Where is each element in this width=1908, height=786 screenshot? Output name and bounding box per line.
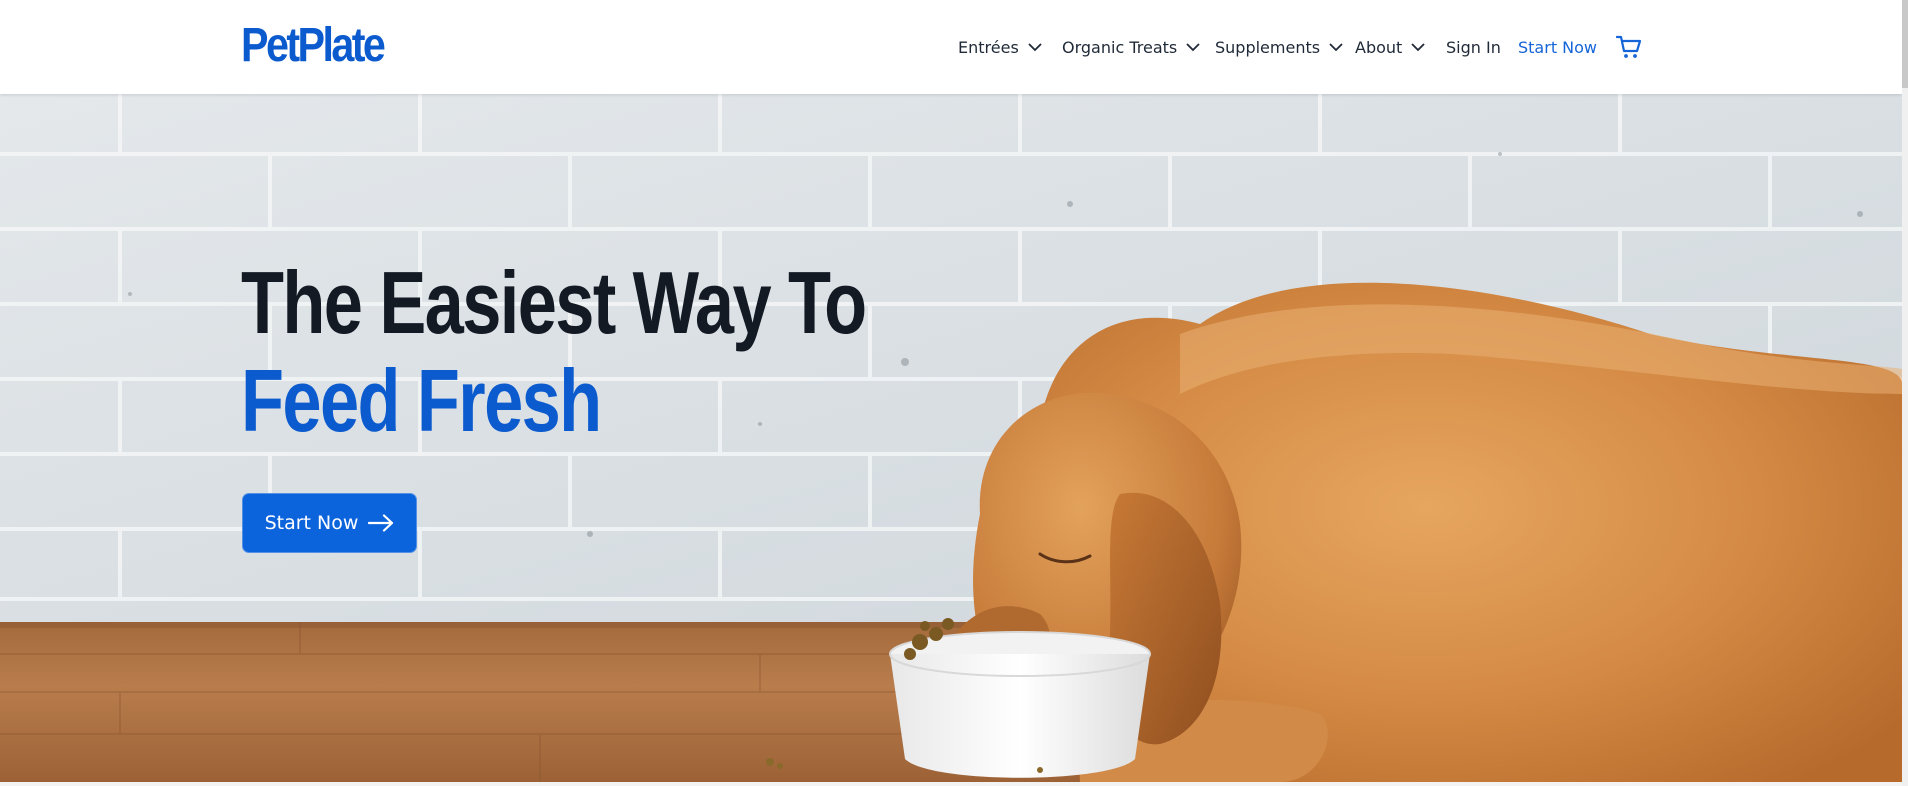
hero-headline-line2: Feed Fresh bbox=[241, 351, 602, 450]
chevron-down-icon bbox=[1186, 43, 1200, 52]
vertical-scrollbar[interactable] bbox=[1902, 0, 1908, 786]
site-header: PetPlate Entrées Organic Treats Suppleme… bbox=[0, 0, 1902, 94]
nav-item-about[interactable]: About bbox=[1355, 36, 1425, 58]
nav-item-label: About bbox=[1355, 37, 1403, 57]
nav-item-label: Supplements bbox=[1215, 37, 1321, 57]
chevron-down-icon bbox=[1028, 43, 1042, 52]
nav-item-entrees[interactable]: Entrées bbox=[958, 36, 1042, 58]
nav-item-label: Sign In bbox=[1446, 37, 1501, 57]
cart-icon[interactable] bbox=[1616, 35, 1642, 59]
chevron-down-icon bbox=[1329, 43, 1343, 52]
hero-start-now-button[interactable]: Start Now bbox=[242, 493, 417, 553]
chevron-down-icon bbox=[1411, 43, 1425, 52]
main-nav: Entrées Organic Treats Supplements About… bbox=[0, 0, 1902, 94]
nav-item-label: Organic Treats bbox=[1062, 37, 1178, 57]
nav-start-now-label: Start Now bbox=[1518, 37, 1598, 57]
hero-headline-line1: The Easiest Way To bbox=[241, 253, 867, 352]
nav-item-sign-in[interactable]: Sign In bbox=[1446, 36, 1501, 58]
nav-start-now-link[interactable]: Start Now bbox=[1518, 36, 1597, 58]
hero-headline: The Easiest Way To Feed Fresh bbox=[241, 253, 867, 450]
hero-cta-label: Start Now bbox=[264, 512, 359, 534]
page-bottom-divider bbox=[0, 782, 1902, 786]
arrow-right-icon bbox=[368, 514, 394, 532]
nav-item-organic-treats[interactable]: Organic Treats bbox=[1062, 36, 1200, 58]
hero-section: The Easiest Way To Feed Fresh Start Now bbox=[0, 94, 1902, 782]
page: PetPlate Entrées Organic Treats Suppleme… bbox=[0, 0, 1908, 786]
nav-item-label: Entrées bbox=[958, 37, 1019, 57]
nav-item-supplements[interactable]: Supplements bbox=[1215, 36, 1343, 58]
scrollbar-thumb[interactable] bbox=[1902, 0, 1908, 88]
